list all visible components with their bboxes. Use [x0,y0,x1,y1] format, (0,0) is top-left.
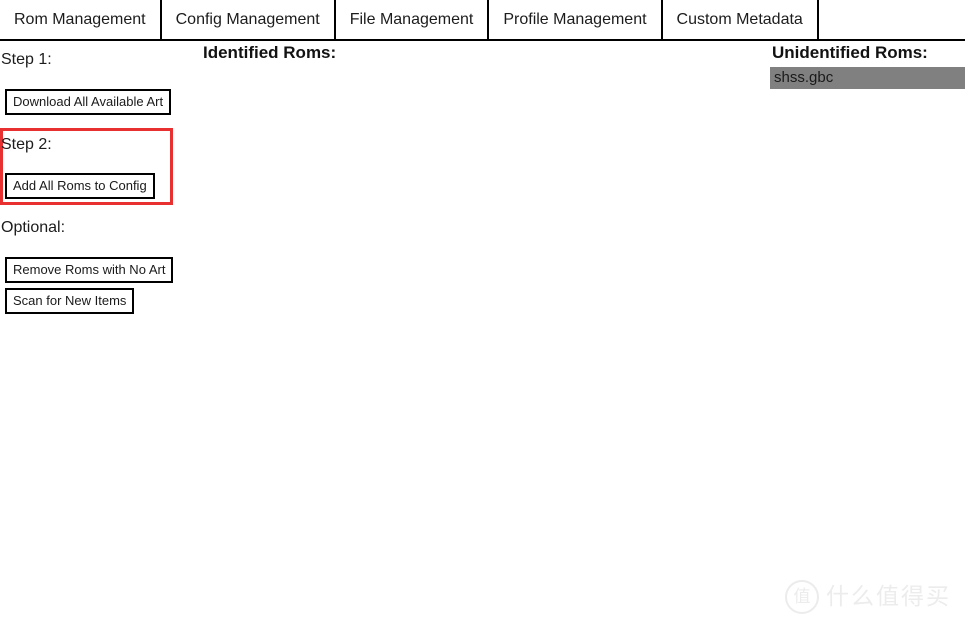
tab-label: Profile Management [503,10,647,28]
unidentified-roms-list[interactable]: shss.gbc [770,67,965,89]
tab-custom-metadata[interactable]: Custom Metadata [662,0,819,39]
download-all-available-art-button[interactable]: Download All Available Art [5,89,172,115]
tab-config-management[interactable]: Config Management [161,0,336,39]
tab-profile-management[interactable]: Profile Management [489,0,663,39]
remove-roms-with-no-art-button[interactable]: Remove Roms with No Art [5,257,174,283]
identified-roms-list[interactable] [200,69,760,609]
tab-label: File Management [349,10,474,28]
step-2-label: Step 2: [1,136,52,153]
optional-label: Optional: [1,219,66,236]
add-all-roms-to-config-button[interactable]: Add All Roms to Config [5,173,155,199]
tab-label: Config Management [175,10,320,28]
main-content: Step 1: Download All Available Art Step … [0,41,965,626]
unidentified-roms-heading: Unidentified Roms: [772,43,928,62]
tab-bar: Rom Management Config Management File Ma… [0,0,965,41]
scan-for-new-items-button[interactable]: Scan for New Items [5,288,135,314]
tab-file-management[interactable]: File Management [335,0,490,39]
list-item[interactable]: shss.gbc [770,67,965,89]
watermark: 值 什么值得买 [785,580,951,614]
watermark-text: 什么值得买 [826,583,951,610]
tab-rom-management[interactable]: Rom Management [0,0,162,39]
identified-roms-heading: Identified Roms: [203,43,337,62]
step-1-label: Step 1: [1,51,52,68]
tab-label: Rom Management [14,10,146,28]
tab-label: Custom Metadata [676,10,803,28]
tab-bar-empty-area [818,0,965,39]
watermark-logo-icon: 值 [785,580,819,614]
